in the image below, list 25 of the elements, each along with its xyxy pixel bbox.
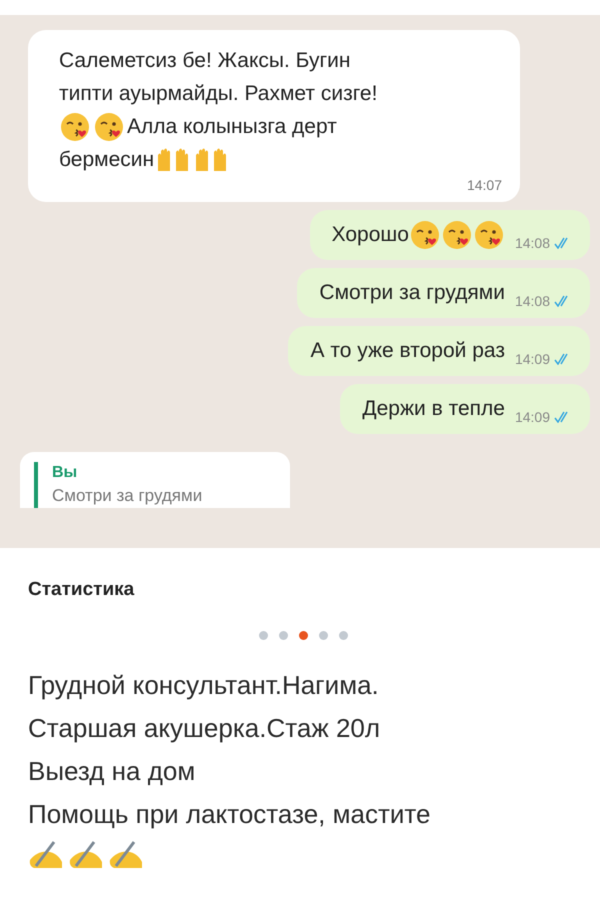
message-text: типти ауырмайды. Рахмет сизге! [59, 81, 378, 107]
message-time: 14:08 [514, 234, 550, 252]
post-text-line: Грудной консультант.Нагима. [28, 668, 380, 702]
kissing-face-icon [60, 112, 90, 142]
message-text: Салеметсиз бе! Жаксы. Бугин [59, 48, 350, 74]
post-heading: Статистика [27, 578, 136, 602]
kissing-face-icon [410, 220, 440, 250]
message-text: А то уже второй раз [310, 338, 505, 364]
message-time: 14:09 [514, 408, 550, 426]
message-text: Смотри за грудями [319, 280, 505, 306]
kissing-face-icon [442, 220, 472, 250]
post-text-line: Старшая акушерка.Стаж 20л [28, 712, 382, 744]
message-text: Алла колынызга дерт [127, 114, 337, 140]
kissing-face-icon [94, 112, 124, 142]
message-time: 14:08 [514, 292, 550, 310]
message-text: Хорошо [332, 222, 409, 248]
message-time: 14:07 [466, 176, 502, 194]
post-text-line: Помощь при лактостазе, мастите [28, 798, 432, 830]
quote-text: Смотри за грудями [52, 485, 202, 507]
post-text-line: Выезд на дом [28, 754, 196, 788]
quote-sender: Вы [52, 463, 78, 483]
message-time: 14:09 [514, 350, 550, 368]
message-text: бермесин [59, 147, 154, 173]
message-text: Держи в тепле [362, 396, 505, 422]
kissing-face-icon [474, 220, 504, 250]
